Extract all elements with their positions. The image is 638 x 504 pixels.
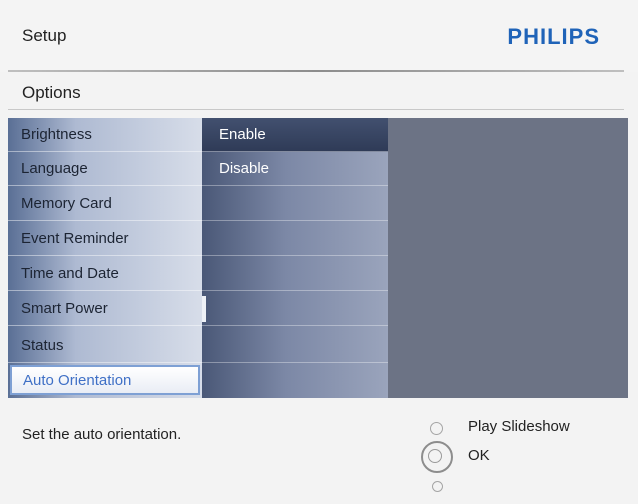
options-menu: Brightness Language Memory Card Event Re… <box>8 118 202 398</box>
menu-scrollbar-thumb[interactable] <box>202 296 206 322</box>
screen-title: Setup <box>22 26 67 45</box>
header-divider <box>8 70 624 72</box>
submenu-empty-row <box>202 222 388 256</box>
philips-logo: PHILIPS <box>507 24 600 49</box>
header-bar: Setup PHILIPS <box>0 0 638 72</box>
orientation-submenu: Enable Disable <box>202 118 388 398</box>
help-description: Set the auto orientation. <box>22 426 182 443</box>
submenu-empty-row <box>202 292 388 326</box>
menu-item-event-reminder[interactable]: Event Reminder <box>8 222 202 256</box>
ok-button-inner-icon <box>428 449 442 463</box>
down-button-icon <box>432 481 443 492</box>
submenu-item-disable[interactable]: Disable <box>202 152 388 186</box>
up-button-icon <box>430 422 443 435</box>
ok-hint: OK <box>468 447 490 464</box>
menu-item-memory-card[interactable]: Memory Card <box>8 187 202 221</box>
menu-item-status[interactable]: Status <box>8 329 202 363</box>
submenu-empty-row <box>202 257 388 291</box>
menu-item-auto-orientation[interactable]: Auto Orientation <box>10 365 200 395</box>
menu-item-brightness[interactable]: Brightness <box>8 118 202 152</box>
submenu-empty-row <box>202 329 388 363</box>
menu-item-smart-power[interactable]: Smart Power <box>8 292 202 326</box>
submenu-item-enable[interactable]: Enable <box>202 118 388 152</box>
section-title: Options <box>22 83 81 102</box>
submenu-empty-row <box>202 187 388 221</box>
play-slideshow-hint: Play Slideshow <box>468 418 570 435</box>
menu-item-language[interactable]: Language <box>8 152 202 186</box>
menu-item-time-and-date[interactable]: Time and Date <box>8 257 202 291</box>
navigation-hints: Play Slideshow OK <box>420 412 630 502</box>
section-divider <box>8 109 624 110</box>
